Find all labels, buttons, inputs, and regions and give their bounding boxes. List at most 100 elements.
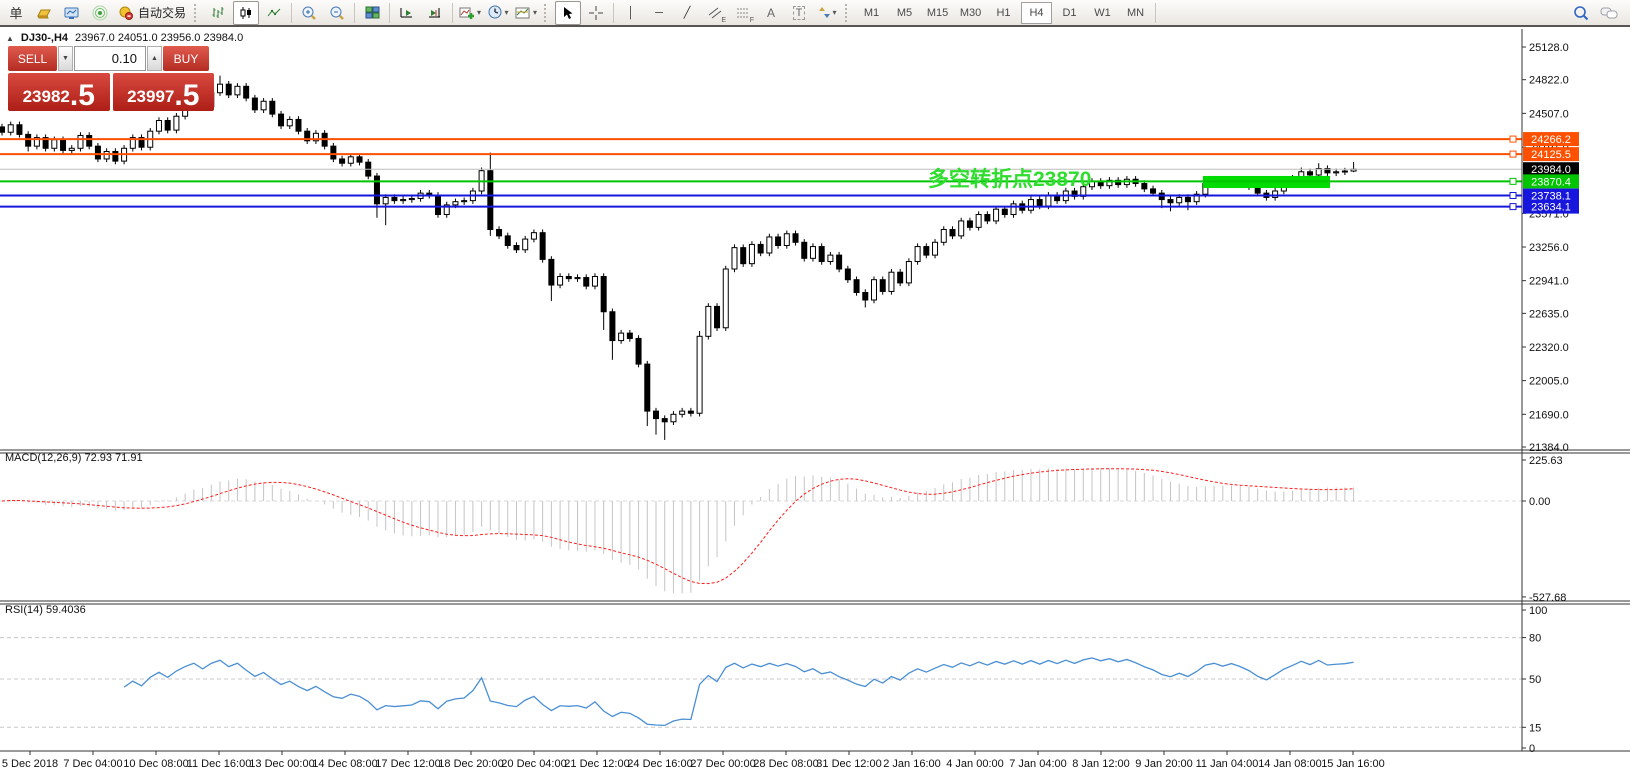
chevron-down-icon[interactable]: ▾: [533, 8, 537, 17]
chart-shift-icon[interactable]: [422, 1, 448, 25]
search-icon[interactable]: [1568, 1, 1594, 25]
timeframe-M15[interactable]: M15: [922, 2, 953, 24]
price-axis-tick: 22941.0: [1529, 276, 1569, 288]
chevron-down-icon[interactable]: ▾: [833, 8, 837, 17]
vertical-line-tool-icon[interactable]: │: [618, 1, 644, 25]
rsi-axis-tick: 0: [1529, 743, 1535, 755]
templates-icon[interactable]: ▾: [513, 1, 539, 25]
price-axis-tick: 21690.0: [1529, 409, 1569, 421]
timeframe-M1[interactable]: M1: [856, 2, 887, 24]
price-flag-23634.1: 23634.1: [1523, 200, 1579, 214]
periods-icon[interactable]: ▾: [485, 1, 511, 25]
timeframe-MN[interactable]: MN: [1120, 2, 1151, 24]
svg-text:23870.4: 23870.4: [1531, 176, 1571, 188]
arrows-tool-icon[interactable]: ▾: [814, 1, 840, 25]
price-axis-tick: 22635.0: [1529, 308, 1569, 320]
time-axis-label: 2 Jan 16:00: [883, 758, 941, 770]
indicators-icon[interactable]: ▾: [457, 1, 483, 25]
volume-input[interactable]: 0.10: [74, 46, 146, 71]
ohlc-values: 23967.0 24051.0 23956.0 23984.0: [75, 32, 243, 44]
timeframe-M30[interactable]: M30: [955, 2, 986, 24]
macd-axis-tick: 0.00: [1529, 496, 1550, 508]
macd-pane: [0, 468, 1522, 593]
toolbar-separator: [389, 3, 390, 23]
gold-bar-icon[interactable]: [31, 1, 57, 25]
tile-windows-icon[interactable]: [359, 1, 385, 25]
price-flag-23870.4: 23870.4: [1523, 174, 1579, 188]
svg-text:24266.2: 24266.2: [1531, 134, 1571, 146]
timeframe-W1[interactable]: W1: [1087, 2, 1118, 24]
toolbar-separator: [291, 3, 292, 23]
timeframe-D1[interactable]: D1: [1054, 2, 1085, 24]
sell-price-button[interactable]: 23982 .5: [8, 73, 110, 111]
zoom-in-icon[interactable]: [296, 1, 322, 25]
buy-price-main: 23997: [127, 88, 174, 105]
price-axis-tick: 24822.0: [1529, 75, 1569, 87]
trendline-tool-icon[interactable]: ╱: [674, 1, 700, 25]
symbol-period-label: DJ30-,H4: [21, 32, 68, 44]
macd-signal-line: [2, 469, 1354, 584]
rsi-indicator-label: RSI(14) 59.4036: [5, 604, 86, 616]
svg-text:24125.5: 24125.5: [1531, 149, 1571, 161]
zoom-out-icon[interactable]: [324, 1, 350, 25]
crosshair-icon[interactable]: [583, 1, 609, 25]
signals-icon[interactable]: [87, 1, 113, 25]
chevron-down-icon[interactable]: ▾: [477, 8, 481, 17]
axis-layer: 25128.024822.024507.024191.023571.023256…: [0, 29, 1630, 770]
time-axis-label: 7 Dec 04:00: [63, 758, 122, 770]
autotrade-button[interactable]: 自动交易: [114, 2, 190, 24]
svg-text:23634.1: 23634.1: [1531, 202, 1571, 214]
time-axis-label: 10 Dec 08:00: [123, 758, 188, 770]
new-chart-icon[interactable]: [59, 1, 85, 25]
sell-button[interactable]: SELL: [8, 46, 57, 71]
text-tool-icon[interactable]: A: [758, 1, 784, 25]
time-axis-label: 8 Jan 12:00: [1072, 758, 1130, 770]
text-label-tool-icon[interactable]: T: [786, 1, 812, 25]
chart-window-title: ▲ DJ30-,H4 23967.0 24051.0 23956.0 23984…: [6, 32, 243, 44]
rsi-axis-tick: 100: [1529, 605, 1547, 617]
collapse-panel-icon[interactable]: ▲: [6, 34, 14, 43]
time-axis-label: 20 Dec 04:00: [501, 758, 566, 770]
time-axis-label: 14 Dec 08:00: [312, 758, 377, 770]
toolbar-grip: [544, 4, 550, 22]
toolbar-separator: [354, 3, 355, 23]
line-chart-type-icon[interactable]: [261, 1, 287, 25]
chevron-down-icon[interactable]: ▾: [505, 8, 509, 17]
channel-tool-icon[interactable]: E: [702, 1, 728, 25]
toolbar-separator: [613, 3, 614, 23]
auto-scroll-icon[interactable]: [394, 1, 420, 25]
rsi-axis-tick: 80: [1529, 633, 1541, 645]
price-level-lines[interactable]: [0, 136, 1522, 210]
price-axis-tick: 23256.0: [1529, 242, 1569, 254]
bar-chart-type-icon[interactable]: [205, 1, 231, 25]
sell-price-main: 23982: [23, 88, 70, 105]
price-flag-24125.5: 24125.5: [1523, 147, 1579, 161]
volume-increase-button[interactable]: ▲: [147, 46, 162, 71]
new-order-button[interactable]: 单: [3, 1, 29, 25]
timeframe-toolbar: M1M5M15M30H1H4D1W1MN: [855, 2, 1152, 24]
chat-icon[interactable]: [1596, 1, 1622, 25]
time-axis-label: 21 Dec 12:00: [564, 758, 629, 770]
fibonacci-tool-icon[interactable]: F: [730, 1, 756, 25]
candlestick-type-icon[interactable]: [233, 1, 259, 25]
timeframe-H1[interactable]: H1: [988, 2, 1019, 24]
rsi-pane: [0, 638, 1522, 728]
price-axis-tick: 21384.0: [1529, 442, 1569, 454]
time-axis-label: 18 Dec 20:00: [438, 758, 503, 770]
macd-axis-tick: -527.68: [1529, 592, 1566, 604]
volume-decrease-button[interactable]: ▼: [58, 46, 73, 71]
buy-price-button[interactable]: 23997 .5: [113, 73, 215, 111]
time-axis-label: 9 Jan 20:00: [1135, 758, 1193, 770]
timeframe-M5[interactable]: M5: [889, 2, 920, 24]
pivot-annotation-text[interactable]: 多空转折点23870: [928, 167, 1091, 191]
price-axis-tick: 22320.0: [1529, 342, 1569, 354]
cursor-icon[interactable]: [555, 1, 581, 25]
main-toolbar: 单 自动交易: [0, 0, 1630, 27]
buy-button[interactable]: BUY: [163, 46, 209, 71]
time-axis-label: 31 Dec 12:00: [816, 758, 881, 770]
horizontal-line-tool-icon[interactable]: ─: [646, 1, 672, 25]
mt4-window: 单 自动交易: [0, 0, 1630, 773]
timeframe-H4[interactable]: H4: [1021, 2, 1052, 24]
price-chart: 多空转折点2387025128.024822.024507.024191.023…: [0, 29, 1630, 773]
rsi-line: [124, 658, 1354, 725]
